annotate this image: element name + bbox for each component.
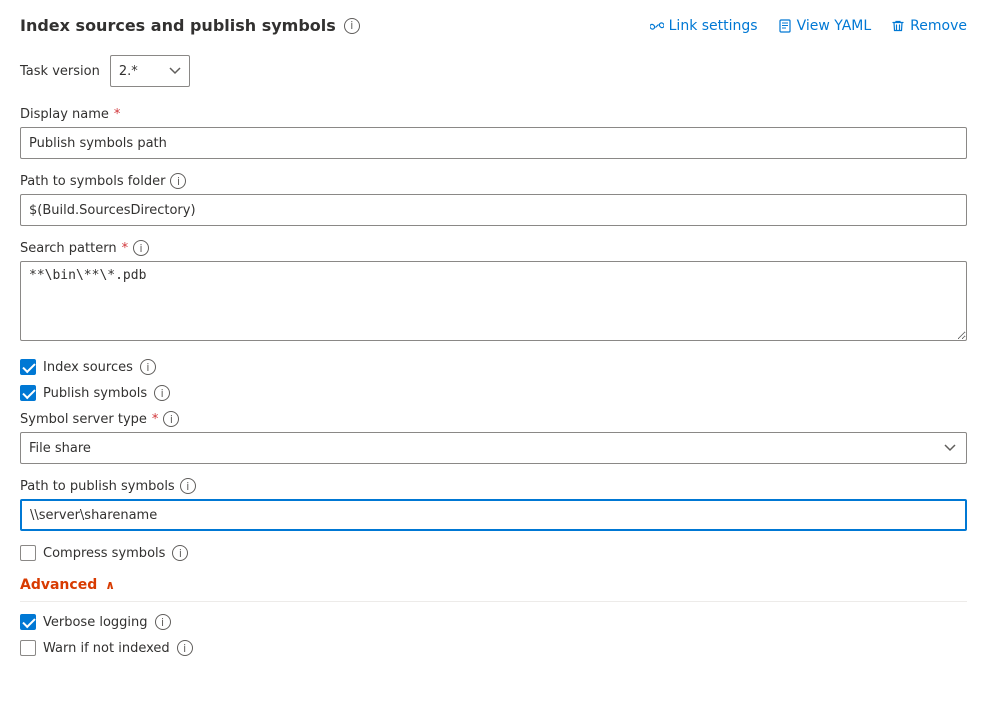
advanced-label: Advanced [20,577,97,593]
publish-symbols-row: Publish symbols i [20,385,967,401]
view-yaml-label: View YAML [797,18,872,34]
advanced-header[interactable]: Advanced ∧ [20,577,967,602]
link-settings-button[interactable]: Link settings [650,18,758,34]
path-publish-symbols-row: Path to publish symbols i [20,478,967,531]
path-symbols-folder-row: Path to symbols folder i [20,173,967,226]
warn-not-indexed-info-icon[interactable]: i [177,640,193,656]
page-container: Index sources and publish symbols i Link… [0,0,987,718]
verbose-logging-row: Verbose logging i [20,614,967,630]
path-publish-symbols-input[interactable] [20,499,967,531]
search-pattern-textarea[interactable]: **\bin\**\*.pdb [20,261,967,341]
advanced-chevron-icon: ∧ [105,578,115,592]
warn-not-indexed-label[interactable]: Warn if not indexed [43,641,170,656]
task-version-row: Task version 2.* 1.* [20,55,967,87]
index-sources-label[interactable]: Index sources [43,360,133,375]
header-actions: Link settings View YAML Remove [650,18,967,34]
symbol-server-type-label: Symbol server type * i [20,411,967,427]
compress-symbols-label[interactable]: Compress symbols [43,546,165,561]
page-title: Index sources and publish symbols [20,16,336,35]
symbol-server-type-required: * [152,412,159,427]
task-version-select[interactable]: 2.* 1.* [110,55,190,87]
remove-label: Remove [910,18,967,34]
symbol-server-type-select[interactable]: File share Azure Artifacts [20,432,967,464]
task-version-label: Task version [20,64,100,79]
search-pattern-info-icon[interactable]: i [133,240,149,256]
path-symbols-folder-label: Path to symbols folder i [20,173,967,189]
compress-symbols-info-icon[interactable]: i [172,545,188,561]
verbose-logging-info-icon[interactable]: i [155,614,171,630]
search-pattern-label: Search pattern * i [20,240,967,256]
search-pattern-required: * [122,241,129,256]
index-sources-info-icon[interactable]: i [140,359,156,375]
title-info-icon[interactable]: i [344,18,360,34]
verbose-logging-label[interactable]: Verbose logging [43,615,148,630]
compress-symbols-checkbox[interactable] [20,545,36,561]
compress-symbols-row: Compress symbols i [20,545,967,561]
header: Index sources and publish symbols i Link… [20,16,967,35]
view-yaml-button[interactable]: View YAML [778,18,872,34]
remove-icon [891,19,905,33]
search-pattern-row: Search pattern * i **\bin\**\*.pdb [20,240,967,345]
publish-symbols-label[interactable]: Publish symbols [43,386,147,401]
warn-not-indexed-row: Warn if not indexed i [20,640,967,656]
path-publish-symbols-label: Path to publish symbols i [20,478,967,494]
advanced-section: Advanced ∧ Verbose logging i Warn if not… [20,577,967,656]
display-name-input[interactable] [20,127,967,159]
publish-symbols-info-icon[interactable]: i [154,385,170,401]
form-section: Display name * Path to symbols folder i … [20,107,967,571]
symbol-server-type-row: Symbol server type * i File share Azure … [20,411,967,464]
path-symbols-folder-info-icon[interactable]: i [170,173,186,189]
publish-symbols-checkbox[interactable] [20,385,36,401]
link-settings-label: Link settings [669,18,758,34]
link-settings-icon [650,19,664,33]
display-name-required: * [114,107,121,122]
warn-not-indexed-checkbox[interactable] [20,640,36,656]
symbol-server-type-info-icon[interactable]: i [163,411,179,427]
display-name-label: Display name * [20,107,967,122]
display-name-row: Display name * [20,107,967,159]
path-publish-symbols-info-icon[interactable]: i [180,478,196,494]
path-symbols-folder-input[interactable] [20,194,967,226]
view-yaml-icon [778,19,792,33]
index-sources-checkbox[interactable] [20,359,36,375]
remove-button[interactable]: Remove [891,18,967,34]
verbose-logging-checkbox[interactable] [20,614,36,630]
header-left: Index sources and publish symbols i [20,16,360,35]
index-sources-row: Index sources i [20,359,967,375]
